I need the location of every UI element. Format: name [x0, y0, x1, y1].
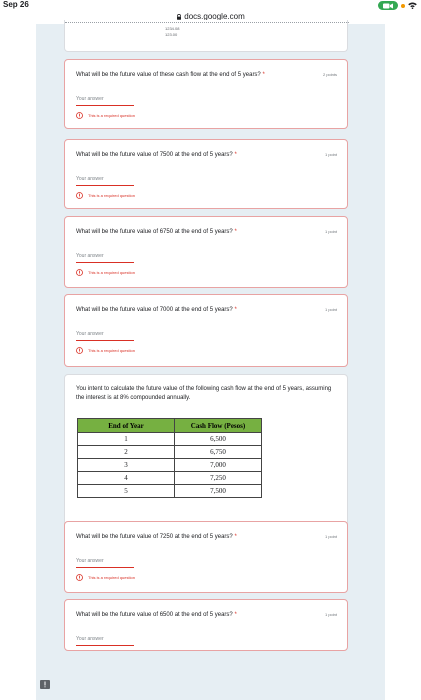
question-points: 1 point: [324, 612, 337, 617]
cut-value: 123.00: [165, 32, 178, 37]
status-date: Sep 26: [3, 0, 29, 9]
error-message: This is a required question: [76, 269, 135, 276]
required-mark: *: [234, 152, 237, 158]
required-mark: *: [234, 229, 237, 235]
required-mark: *: [234, 612, 237, 618]
year-cell: 2: [77, 445, 175, 459]
error-icon: [76, 112, 83, 119]
question-card: What will be the future value of 7000 at…: [64, 294, 348, 367]
question-text: What will be the future value of these c…: [76, 72, 265, 78]
camera-indicator-icon: [378, 1, 398, 10]
error-message: This is a required question: [76, 112, 135, 119]
cash-flow-cell: 7,000: [174, 458, 262, 472]
year-cell: 5: [77, 484, 175, 498]
question-text: What will be the future value of 6750 at…: [76, 229, 237, 235]
required-mark: *: [234, 307, 237, 313]
error-icon: [76, 192, 83, 199]
error-message: This is a required question: [76, 574, 135, 581]
error-text: This is a required question: [88, 270, 135, 275]
answer-input[interactable]: Your answer: [76, 558, 134, 568]
error-icon: [76, 269, 83, 276]
table-row: 1 6,500: [77, 432, 262, 446]
table-header-row: End of Year Cash Flow (Pesos): [77, 418, 262, 433]
mic-indicator-icon: [401, 3, 405, 8]
question-card: What will be the future value of these c…: [64, 59, 348, 129]
left-margin: [0, 24, 36, 700]
form-page: 1234.08 123.00 What will be the future v…: [0, 20, 421, 700]
right-margin: [385, 24, 421, 700]
error-message: This is a required question: [76, 192, 135, 199]
answer-input[interactable]: Your answer: [76, 331, 134, 341]
answer-input[interactable]: Your answer: [76, 96, 134, 106]
required-mark: *: [234, 534, 237, 540]
answer-input[interactable]: Your answer: [76, 636, 134, 646]
question-text: What will be the future value of 7250 at…: [76, 534, 237, 540]
column-header: End of Year: [77, 418, 175, 433]
feedback-icon[interactable]: [40, 680, 50, 689]
cash-flow-cell: 6,750: [174, 445, 262, 459]
answer-input[interactable]: Your answer: [76, 253, 134, 263]
question-card: What will be the future value of 6750 at…: [64, 216, 348, 288]
error-icon: [76, 574, 83, 581]
year-cell: 1: [77, 432, 175, 446]
question-card: What will be the future value of 6500 at…: [64, 599, 348, 651]
info-card: You intent to calculate the future value…: [64, 374, 348, 539]
year-cell: 4: [77, 471, 175, 485]
cut-values: 1234.08 123.00: [165, 26, 179, 38]
table-row: 3 7,000: [77, 458, 262, 472]
question-points: 1 point: [324, 229, 337, 234]
error-text: This is a required question: [88, 193, 135, 198]
question-text: What will be the future value of 7500 at…: [76, 152, 237, 158]
error-message: This is a required question: [76, 347, 135, 354]
cash-flow-cell: 7,250: [174, 471, 262, 485]
wifi-icon: [408, 2, 417, 9]
cash-flow-table: End of Year Cash Flow (Pesos) 1 6,500 2 6,…: [77, 418, 262, 498]
answer-input[interactable]: Your answer: [76, 176, 134, 186]
question-text: What will be the future value of 6500 at…: [76, 612, 237, 618]
error-text: This is a required question: [88, 575, 135, 580]
status-bar: Sep 26: [0, 0, 421, 12]
table-row: 5 7,500: [77, 484, 262, 498]
question-points: 1 point: [324, 534, 337, 539]
cash-flow-cell: 7,500: [174, 484, 262, 498]
cut-divider: [65, 22, 349, 25]
required-mark: *: [262, 72, 265, 78]
cash-flow-cell: 6,500: [174, 432, 262, 446]
column-header: Cash Flow (Pesos): [174, 418, 262, 433]
year-cell: 3: [77, 458, 175, 472]
question-points: 1 point: [324, 307, 337, 312]
question-text: What will be the future value of 7000 at…: [76, 307, 237, 313]
question-card: What will be the future value of 7250 at…: [64, 521, 348, 593]
error-text: This is a required question: [88, 348, 135, 353]
question-card: What will be the future value of 7500 at…: [64, 139, 348, 209]
error-text: This is a required question: [88, 113, 135, 118]
table-row: 4 7,250: [77, 471, 262, 485]
question-points: 2 points: [322, 72, 337, 77]
previous-card: 1234.08 123.00: [64, 20, 349, 52]
question-points: 1 point: [324, 152, 337, 157]
status-icons: [378, 1, 417, 10]
info-text: You intent to calculate the future value…: [76, 386, 332, 401]
error-icon: [76, 347, 83, 354]
table-row: 2 6,750: [77, 445, 262, 459]
